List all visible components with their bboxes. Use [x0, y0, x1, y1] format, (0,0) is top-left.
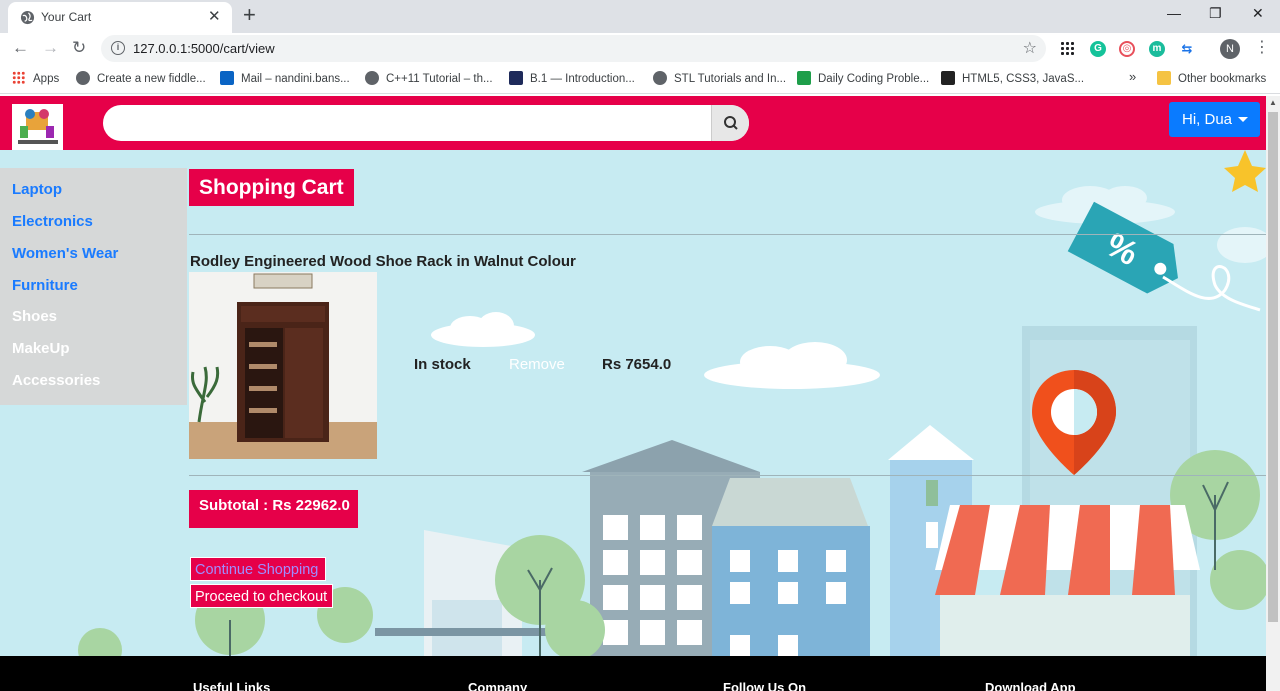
extension-arrows-icon[interactable]: ⇆ — [1179, 41, 1195, 57]
daily-coding-icon — [797, 71, 811, 85]
stock-status: In stock — [414, 356, 471, 373]
bookmarks-bar: Apps Create a new fiddle... Mail – nandi… — [0, 64, 1280, 94]
footer-heading-company: Company — [468, 680, 528, 691]
footer-heading-download-app: Download App — [985, 680, 1076, 691]
product-name: Rodley Engineered Wood Shoe Rack in Waln… — [190, 253, 576, 270]
sidebar-item-womens-wear[interactable]: Women's Wear — [12, 245, 118, 262]
site-navbar: Hi, Dua — [0, 96, 1266, 150]
apps-grid-icon — [12, 71, 25, 84]
scroll-up-icon[interactable]: ▲ — [1269, 98, 1277, 107]
site-footer: Useful Links Company Follow Us On Downlo… — [0, 656, 1266, 691]
bookmark-stl[interactable]: STL Tutorials and In... — [653, 71, 786, 85]
divider — [189, 475, 1266, 476]
sidebar-item-accessories[interactable]: Accessories — [12, 372, 100, 389]
cpp-icon — [509, 71, 523, 85]
minimize-icon[interactable]: — — [1167, 4, 1181, 22]
url-text: 127.0.0.1:5000/cart/view — [133, 41, 275, 56]
cart-subtotal: Subtotal : Rs 22962.0 — [189, 490, 358, 528]
proceed-to-checkout-button[interactable]: Proceed to checkout — [190, 584, 333, 608]
forward-icon[interactable]: → — [42, 38, 59, 58]
bookmark-apps[interactable]: Apps — [12, 71, 59, 85]
bookmark-introduction[interactable]: B.1 — Introduction... — [509, 71, 635, 85]
continue-shopping-button[interactable]: Continue Shopping — [190, 557, 326, 581]
folder-icon — [1157, 71, 1171, 85]
info-icon[interactable]: i — [111, 41, 125, 55]
user-menu-label: Hi, Dua — [1182, 111, 1233, 128]
tab-strip: Your Cart ✕ + — ❐ ✕ — [0, 0, 1280, 33]
close-window-icon[interactable]: ✕ — [1252, 4, 1264, 22]
sidebar-item-furniture[interactable]: Furniture — [12, 277, 78, 294]
search-button[interactable] — [711, 105, 749, 141]
sidebar-item-laptop[interactable]: Laptop — [12, 181, 62, 198]
code-icon — [941, 71, 955, 85]
outlook-icon — [220, 71, 234, 85]
search-icon — [724, 116, 738, 130]
scrollbar-thumb[interactable] — [1268, 112, 1278, 622]
globe-icon — [365, 71, 379, 85]
address-bar[interactable]: i 127.0.0.1:5000/cart/view ☆ — [101, 35, 1046, 62]
search-input[interactable] — [103, 105, 711, 141]
bookmark-daily-coding[interactable]: Daily Coding Proble... — [797, 71, 929, 85]
profile-avatar[interactable]: N — [1220, 39, 1240, 59]
tab-close-icon[interactable]: ✕ — [208, 8, 221, 26]
other-bookmarks[interactable]: Other bookmarks — [1157, 71, 1266, 85]
divider — [189, 234, 1266, 235]
globe-icon — [76, 71, 90, 85]
page-scrollbar[interactable]: ▲ — [1266, 96, 1280, 691]
search-bar — [103, 105, 749, 141]
extension-circle-icon[interactable]: ◎ — [1119, 41, 1135, 57]
web-page: % Hi, Dua Laptop Electronics Women's Wea… — [0, 96, 1266, 691]
sidebar-item-shoes[interactable]: Shoes — [12, 308, 57, 325]
logo-image — [18, 109, 58, 144]
browser-toolbar: ← → ↻ i 127.0.0.1:5000/cart/view ☆ G ◎ m… — [0, 33, 1280, 64]
tab-your-cart[interactable]: Your Cart ✕ — [8, 2, 232, 33]
footer-heading-useful-links: Useful Links — [193, 680, 271, 691]
sidebar-item-electronics[interactable]: Electronics — [12, 213, 93, 230]
bookmark-jsfiddle[interactable]: Create a new fiddle... — [76, 71, 206, 85]
back-icon[interactable]: ← — [12, 38, 29, 58]
item-price: Rs 7654.0 — [602, 356, 672, 373]
bookmark-cpp11[interactable]: C++11 Tutorial – th... — [365, 71, 493, 85]
extensions-grid-icon[interactable] — [1060, 41, 1074, 55]
tab-title: Your Cart — [41, 10, 92, 24]
extension-m-icon[interactable]: m — [1149, 41, 1165, 57]
bookmark-html5[interactable]: HTML5, CSS3, JavaS... — [941, 71, 1084, 85]
bookmark-star-icon[interactable]: ☆ — [1023, 38, 1037, 58]
user-menu-button[interactable]: Hi, Dua — [1169, 102, 1260, 137]
globe-icon — [20, 10, 35, 25]
globe-icon — [653, 71, 667, 85]
shopping-site-logo[interactable] — [12, 104, 63, 150]
grammarly-icon[interactable]: G — [1090, 41, 1106, 57]
product-image[interactable] — [189, 272, 377, 459]
category-sidebar: Laptop Electronics Women's Wear Furnitur… — [0, 168, 187, 405]
reload-icon[interactable]: ↻ — [72, 38, 86, 58]
page-title: Shopping Cart — [189, 169, 354, 206]
bookmark-mail[interactable]: Mail – nandini.bans... — [220, 71, 350, 85]
remove-item-link[interactable]: Remove — [509, 356, 565, 373]
shoe-rack-image — [189, 272, 377, 459]
more-bookmarks-icon[interactable]: » — [1129, 69, 1136, 84]
new-tab-icon[interactable]: + — [243, 3, 256, 27]
caret-down-icon — [1238, 117, 1248, 122]
restore-icon[interactable]: ❐ — [1209, 4, 1222, 22]
footer-heading-follow-us: Follow Us On — [723, 680, 807, 691]
more-menu-icon[interactable]: ⋮ — [1254, 38, 1270, 58]
sidebar-item-makeup[interactable]: MakeUp — [12, 340, 70, 357]
